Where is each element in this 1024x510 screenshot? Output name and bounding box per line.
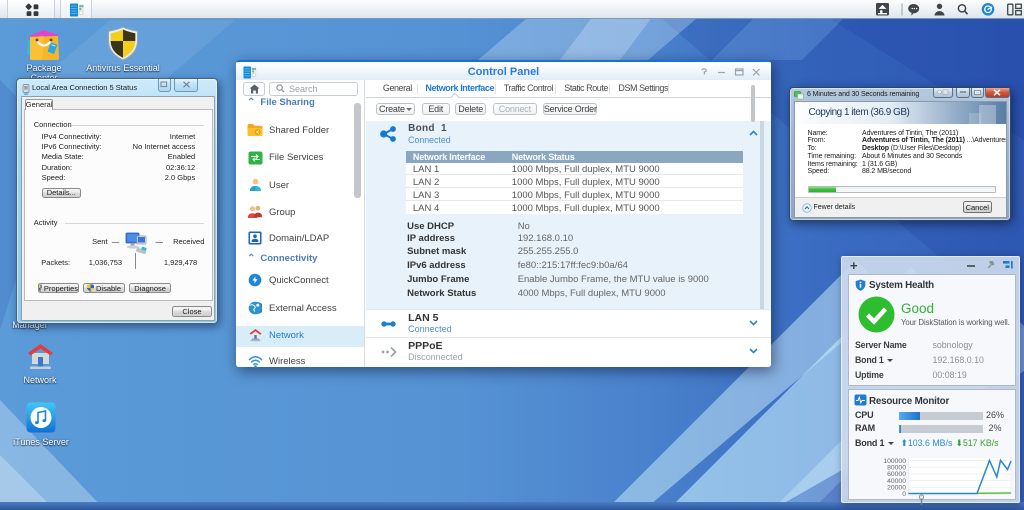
svg-text:0: 0 (902, 491, 906, 498)
